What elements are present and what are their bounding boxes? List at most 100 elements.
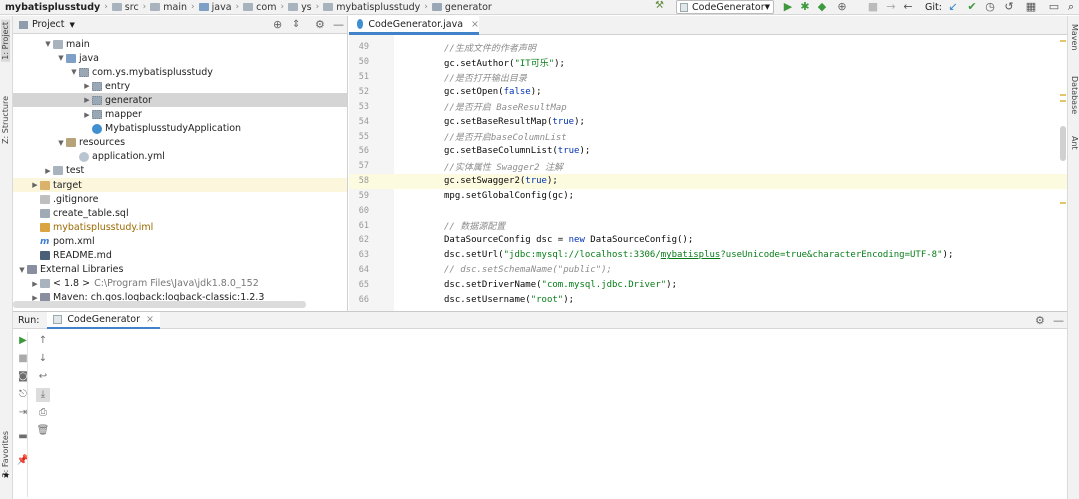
breadcrumb-item[interactable]: › com — [232, 2, 277, 13]
chevron-right-icon[interactable]: ▶ — [82, 82, 92, 90]
chevron-right-icon[interactable]: ▶ — [82, 111, 92, 119]
breadcrumb-item[interactable]: › src — [100, 2, 138, 13]
tree-item[interactable]: ▼ main — [13, 37, 347, 51]
code-line[interactable]: 59 mpg.setGlobalConfig(gc); — [349, 189, 1067, 204]
error-stripe-mark[interactable] — [1060, 202, 1066, 204]
code-line[interactable]: 63 dsc.setUrl("jdbc:mysql://localhost:330… — [349, 248, 1067, 263]
up-arrow-icon[interactable]: ↑ — [36, 334, 50, 348]
chevron-right-icon[interactable]: ▶ — [30, 181, 40, 189]
hide-icon[interactable]: — — [333, 18, 344, 31]
tree-item[interactable]: ▼ com.ys.mybatisplusstudy — [13, 65, 347, 79]
profile-icon[interactable]: ⊕ — [835, 1, 849, 13]
code-line[interactable]: 61 // 数据源配置 — [349, 218, 1067, 233]
rollback-icon[interactable]: ↺ — [1002, 1, 1016, 13]
chevron-down-icon[interactable]: ▼ — [69, 68, 79, 76]
tree-item[interactable]: ▼ java — [13, 51, 347, 65]
print-icon[interactable]: ⎙ — [36, 406, 50, 420]
presentation-icon[interactable]: ▭ — [1047, 1, 1061, 13]
error-stripe-mark[interactable] — [1060, 100, 1066, 102]
soft-wrap-icon[interactable]: ↩ — [36, 370, 50, 384]
error-stripe-mark[interactable] — [1060, 94, 1066, 96]
scroll-to-end-icon[interactable]: ⤓ — [36, 388, 50, 402]
tree-item[interactable]: application.yml — [13, 150, 347, 164]
breadcrumb-item[interactable]: › mybatisplusstudy — [312, 2, 421, 13]
debug-icon[interactable]: ✱ — [798, 1, 812, 13]
tree-item[interactable]: MybatisplusstudyApplication — [13, 122, 347, 136]
tab-maven[interactable]: Maven — [1070, 24, 1079, 51]
project-structure-icon[interactable]: ▦ — [1024, 1, 1038, 13]
build-hammer-icon[interactable]: ⚒ — [655, 0, 667, 11]
git-update-icon[interactable]: ↙ — [946, 1, 960, 13]
stop-icon[interactable]: ■ — [866, 1, 880, 13]
tab-project[interactable]: 1: Project — [1, 20, 10, 62]
coverage-icon[interactable]: ◆ — [815, 1, 829, 13]
code-line[interactable]: 54 gc.setBaseResultMap(true); — [349, 114, 1067, 129]
code-line[interactable]: 51 //是否打开输出目录 — [349, 70, 1067, 85]
chevron-down-icon[interactable]: ▼ — [56, 139, 66, 147]
error-stripe-mark[interactable] — [1060, 40, 1066, 42]
locate-icon[interactable]: ⊕ — [273, 18, 282, 31]
code-line[interactable]: 53 //是否开启 BaseResultMap — [349, 99, 1067, 114]
tab-database[interactable]: Database — [1070, 76, 1079, 114]
code-line[interactable]: 57 //实体属性 Swagger2 注解 — [349, 159, 1067, 174]
breadcrumb-item[interactable]: › ys — [276, 2, 311, 13]
chevron-down-icon[interactable]: ▼ — [17, 266, 27, 274]
close-icon[interactable]: × — [471, 19, 479, 30]
breadcrumb-item[interactable]: › main — [139, 2, 187, 13]
tree-item[interactable]: ▶ target — [13, 178, 347, 192]
tree-item[interactable]: ▶ test — [13, 164, 347, 178]
tab-codegenerator[interactable]: CodeGenerator.java × — [349, 16, 479, 35]
chevron-right-icon[interactable]: ▶ — [30, 280, 40, 288]
project-view-title[interactable]: Project — [32, 19, 65, 30]
tree-item[interactable]: ▶ < 1.8 > C:\Program Files\Java\jdk1.8.0_1… — [13, 277, 347, 291]
code-line[interactable]: 50 gc.setAuthor("IT可乐"); — [349, 55, 1067, 70]
chevron-down-icon[interactable]: ▼ — [56, 54, 66, 62]
run-icon[interactable]: ▶ — [781, 1, 795, 13]
tab-run-codegenerator[interactable]: CodeGenerator × — [47, 311, 160, 329]
tree-item[interactable]: ▶ generator — [13, 93, 347, 108]
tab-structure[interactable]: Z: Structure — [1, 96, 10, 144]
tree-item[interactable]: ▼ resources — [13, 136, 347, 150]
git-commit-icon[interactable]: ✔ — [965, 1, 979, 13]
close-icon[interactable]: × — [146, 314, 154, 325]
code-line[interactable]: 60 — [349, 203, 1067, 218]
run-configuration-selector[interactable]: CodeGenerator ▼ — [676, 0, 774, 14]
tree-item[interactable]: m pom.xml — [13, 234, 347, 248]
vertical-scrollbar[interactable] — [1060, 126, 1066, 161]
chevron-down-icon[interactable]: ▼ — [70, 21, 75, 29]
code-line[interactable]: 49 //生成文件的作者声明 — [349, 40, 1067, 55]
back-arrow-icon[interactable]: ← — [901, 1, 915, 13]
forward-arrow-icon[interactable]: → — [884, 1, 898, 13]
horizontal-scrollbar[interactable] — [13, 301, 306, 308]
code-line[interactable]: 62 DataSourceConfig dsc = new DataSourceC… — [349, 233, 1067, 248]
code-line[interactable]: 66 dsc.setUsername("root"); — [349, 292, 1067, 307]
gear-icon[interactable]: ⚙ — [315, 18, 325, 31]
tree-item[interactable]: .gitignore — [13, 192, 347, 206]
history-icon[interactable]: ◷ — [983, 1, 997, 13]
chevron-down-icon[interactable]: ▼ — [43, 40, 53, 48]
tree-item[interactable]: ▼ External Libraries — [13, 263, 347, 277]
tree-item[interactable]: mybatisplusstudy.iml — [13, 220, 347, 234]
code-line[interactable]: 52 gc.setOpen(false); — [349, 85, 1067, 100]
code-line[interactable]: 58 gc.setSwagger2(true); — [349, 173, 1067, 189]
chevron-right-icon[interactable]: ▶ — [43, 167, 53, 175]
breadcrumb-item[interactable]: › generator — [420, 2, 492, 13]
gear-icon[interactable]: ⚙ — [1035, 314, 1045, 327]
chevron-right-icon[interactable]: ▶ — [82, 96, 92, 104]
tree-item[interactable]: ▶ entry — [13, 79, 347, 93]
breadcrumb-item[interactable]: › java — [187, 2, 232, 13]
tree-item[interactable]: ▶ mapper — [13, 108, 347, 122]
trash-icon[interactable]: 🗑 — [36, 424, 50, 438]
tab-ant[interactable]: Ant — [1070, 136, 1079, 150]
code-line[interactable]: 64 // dsc.setSchemaName("public"); — [349, 263, 1067, 278]
hide-icon[interactable]: — — [1053, 314, 1064, 327]
code-line[interactable]: 55 //是否开启baseColumnList — [349, 129, 1067, 144]
search-icon[interactable]: ⌕ — [1064, 1, 1078, 13]
tree-item[interactable]: README.md — [13, 249, 347, 263]
code-line[interactable]: 65 dsc.setDriverName("com.mysql.jdbc.Driv… — [349, 278, 1067, 293]
collapse-icon[interactable]: ⇕ — [292, 19, 300, 30]
down-arrow-icon[interactable]: ↓ — [36, 352, 50, 366]
breadcrumb-item[interactable]: mybatisplusstudy — [5, 2, 100, 13]
tree-item[interactable]: create_table.sql — [13, 206, 347, 220]
code-line[interactable]: 56 gc.setBaseColumnList(true); — [349, 144, 1067, 159]
